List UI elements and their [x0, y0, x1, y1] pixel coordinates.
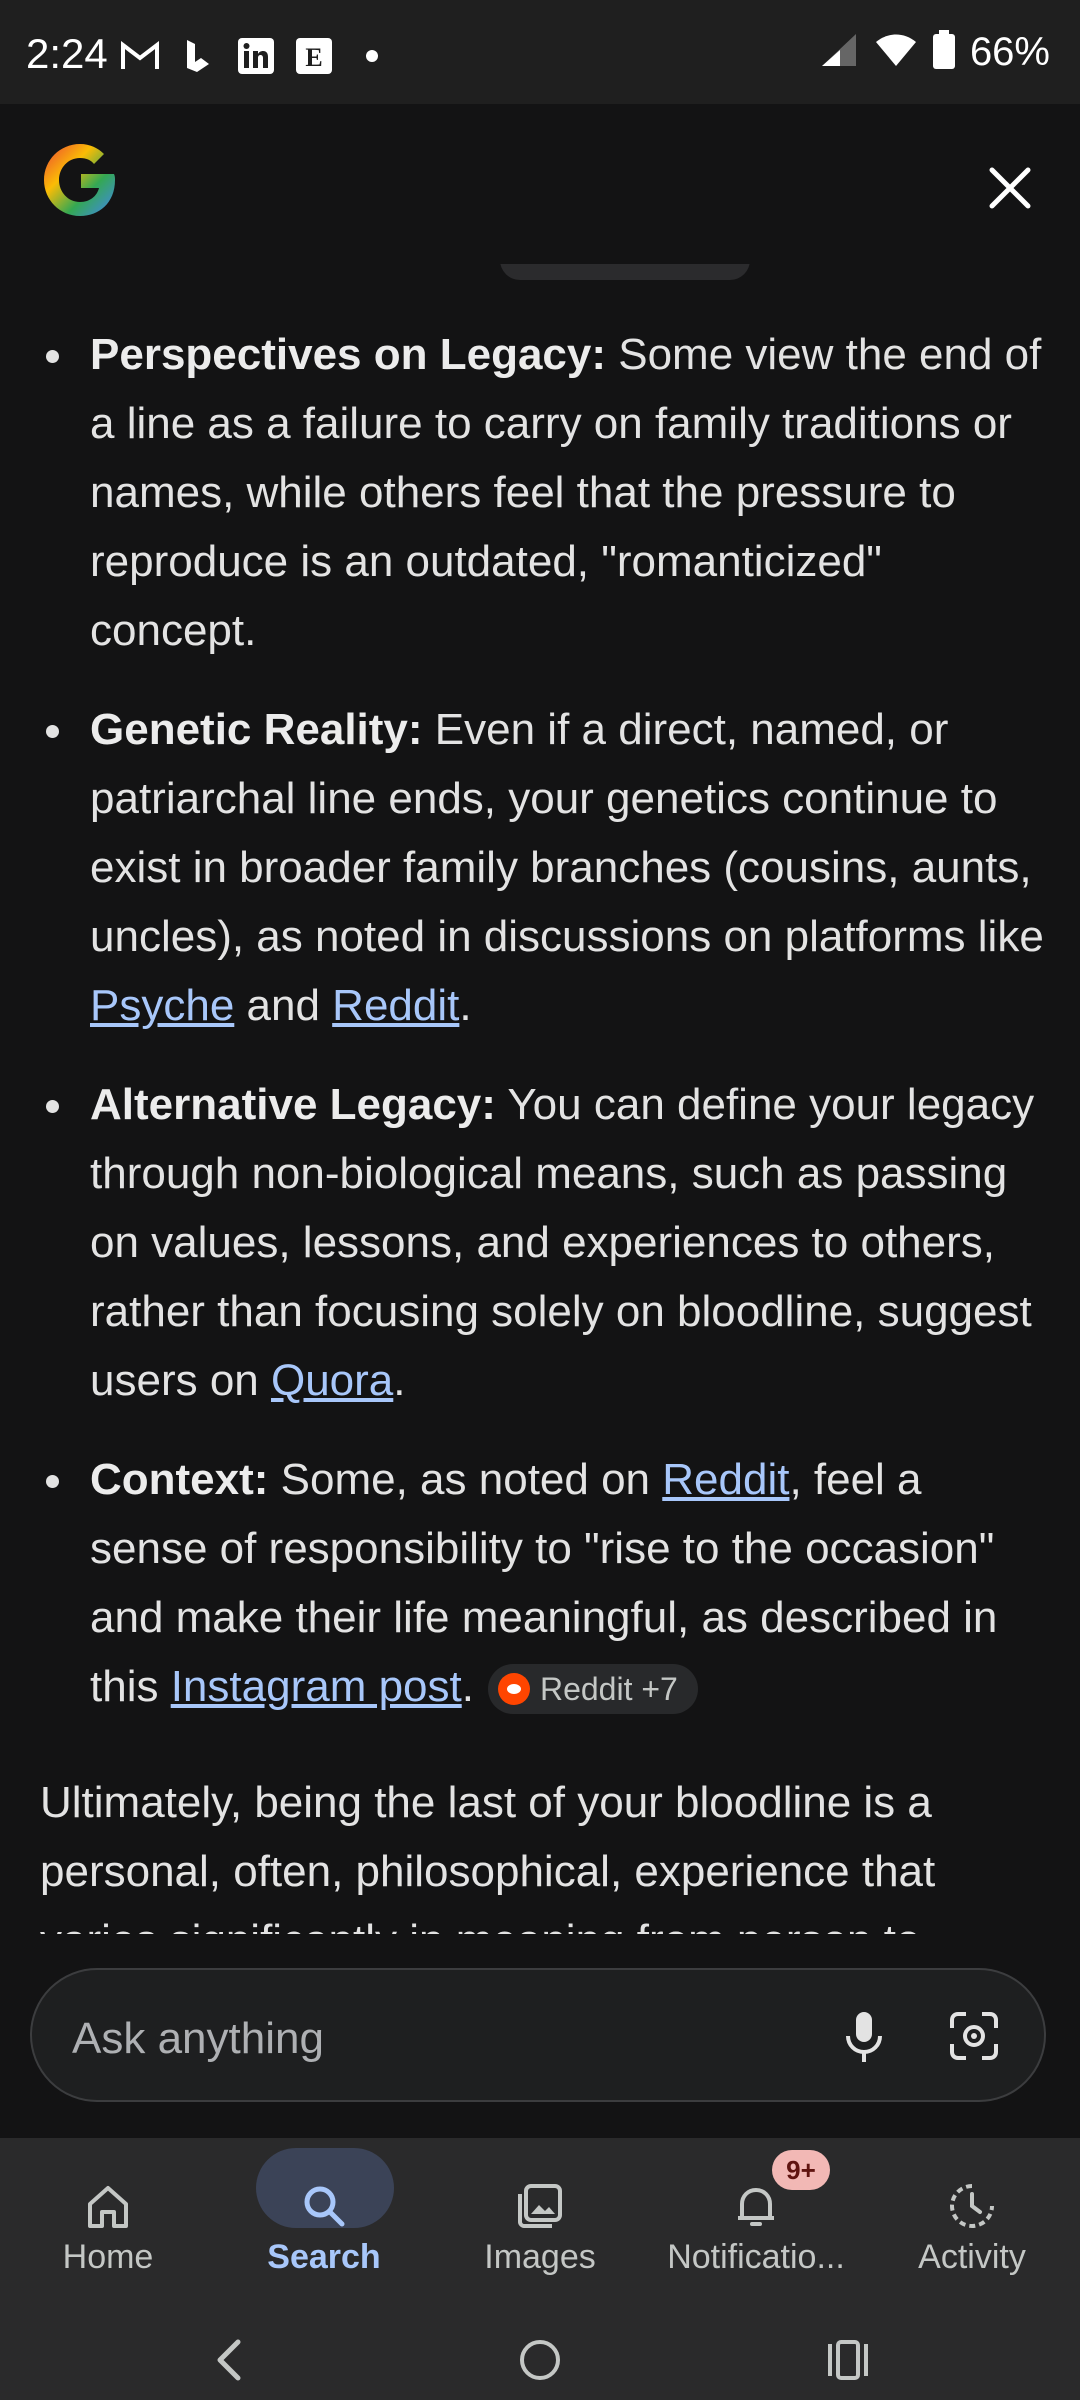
- nav-label: Search: [267, 2238, 381, 2276]
- bullet-text: Some, as noted on: [268, 1455, 663, 1504]
- recents-button[interactable]: [818, 2332, 878, 2388]
- bing-icon: [178, 36, 218, 76]
- bullet-alternative: Alternative Legacy: You can define your …: [40, 1070, 1050, 1415]
- status-right: 66%: [820, 30, 1050, 75]
- wifi-icon: [874, 32, 918, 73]
- more-dot-icon: [352, 36, 392, 76]
- lens-button[interactable]: [944, 2006, 1004, 2066]
- nav-label: Notificatio...: [667, 2238, 845, 2276]
- bullet-term: Alternative Legacy:: [90, 1080, 496, 1129]
- etsy-icon: E: [294, 36, 334, 76]
- system-nav-bar: [0, 2322, 1080, 2392]
- home-circle-icon: [520, 2340, 560, 2380]
- nav-notifications[interactable]: 9+ Notificatio...: [648, 2138, 864, 2308]
- home-system-button[interactable]: [510, 2332, 570, 2388]
- status-time: 2:24: [26, 30, 108, 77]
- nav-images[interactable]: Images: [432, 2138, 648, 2308]
- activity-icon: [950, 2184, 994, 2228]
- linkedin-icon: [236, 36, 276, 76]
- notification-icons: E: [120, 36, 392, 76]
- notification-badge: 9+: [772, 2150, 830, 2190]
- mic-icon: [846, 2012, 882, 2062]
- home-icon: [88, 2186, 128, 2228]
- ask-input[interactable]: Ask anything: [30, 1968, 1046, 2102]
- psyche-link[interactable]: Psyche: [90, 981, 234, 1030]
- reddit-icon: [497, 1673, 530, 1706]
- back-icon: [217, 2339, 241, 2381]
- source-chip[interactable]: Reddit +7: [487, 1664, 698, 1715]
- signal-icon: [820, 32, 860, 73]
- images-icon: [518, 2184, 562, 2228]
- nav-label: Images: [484, 2238, 596, 2276]
- bullet-term: Perspectives on Legacy:: [90, 330, 607, 379]
- battery-percent: 66%: [969, 30, 1050, 74]
- bell-icon: [738, 2188, 774, 2226]
- mic-button[interactable]: [834, 2006, 894, 2066]
- gmail-icon: [120, 36, 160, 76]
- lens-icon: [950, 2012, 998, 2060]
- google-g-icon: [38, 138, 122, 222]
- source-chip-label: Reddit +7: [539, 1671, 678, 1708]
- close-button[interactable]: [978, 156, 1042, 220]
- ask-placeholder: Ask anything: [72, 2014, 324, 2063]
- svg-text:E: E: [305, 43, 322, 72]
- nav-activity[interactable]: Activity: [864, 2138, 1080, 2308]
- nav-label: Home: [62, 2238, 154, 2276]
- reddit-link[interactable]: Reddit: [332, 981, 459, 1030]
- bullet-genetic: Genetic Reality: Even if a direct, named…: [40, 695, 1050, 1040]
- bullet-text-mid: and: [234, 981, 333, 1030]
- back-button[interactable]: [200, 2332, 260, 2388]
- bullet-text-end: .: [459, 981, 472, 1030]
- bullet-text-end: .: [461, 1662, 474, 1711]
- instagram-post-link[interactable]: Instagram post: [171, 1662, 462, 1711]
- ai-overview-panel: Perspectives on Legacy: Some view the en…: [0, 104, 1080, 2138]
- bullet-perspectives: Perspectives on Legacy: Some view the en…: [40, 320, 1050, 665]
- bullet-text-end: .: [393, 1356, 406, 1405]
- reddit-link[interactable]: Reddit: [662, 1455, 789, 1504]
- status-bar: 2:24 E 66%: [0, 0, 1080, 104]
- bullet-context: Context: Some, as noted on Reddit, feel …: [40, 1445, 1050, 1721]
- quora-link[interactable]: Quora: [271, 1356, 393, 1405]
- search-icon: [304, 2186, 345, 2227]
- nav-search[interactable]: Search: [216, 2138, 432, 2308]
- close-icon: [989, 167, 1031, 209]
- bullet-term: Context:: [90, 1455, 269, 1504]
- bullet-term: Genetic Reality:: [90, 705, 423, 754]
- panel-header: [0, 104, 1080, 264]
- recents-icon: [828, 2340, 868, 2380]
- bullet-list: Perspectives on Legacy: Some view the en…: [40, 320, 1050, 1751]
- battery-icon: [932, 30, 956, 75]
- answer-content[interactable]: Perspectives on Legacy: Some view the en…: [0, 104, 1080, 1934]
- summary-paragraph: Ultimately, being the last of your blood…: [40, 1778, 936, 1934]
- bottom-nav: Home Search Images 9+ Notificatio... Act…: [0, 2138, 1080, 2400]
- nav-home[interactable]: Home: [0, 2138, 216, 2308]
- nav-label: Activity: [918, 2238, 1026, 2276]
